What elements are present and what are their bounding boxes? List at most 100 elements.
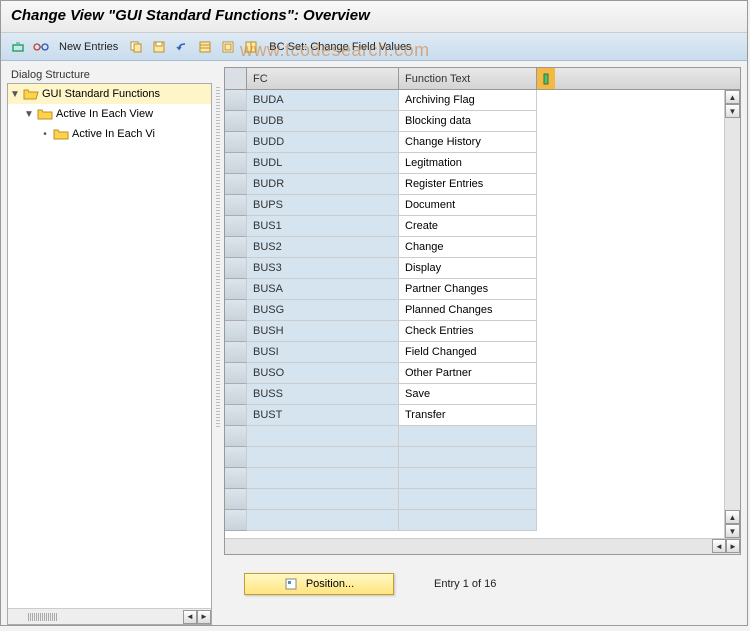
table-row[interactable] <box>225 426 740 447</box>
table-row[interactable]: BUDDChange History <box>225 132 740 153</box>
cell-fc[interactable] <box>247 489 399 510</box>
scroll-up-icon[interactable]: ▲ <box>725 510 740 524</box>
cell-fc[interactable]: BUSG <box>247 300 399 321</box>
tree-hscroll[interactable]: ◄ ► <box>8 608 211 624</box>
drag-handle-icon[interactable] <box>28 613 58 621</box>
row-selector[interactable] <box>225 132 247 153</box>
cell-ft[interactable]: Other Partner <box>399 363 537 384</box>
cell-ft[interactable] <box>399 468 537 489</box>
table-row[interactable]: BUDRRegister Entries <box>225 174 740 195</box>
row-selector[interactable] <box>225 468 247 489</box>
expand-icon[interactable] <box>9 38 27 56</box>
table-row[interactable] <box>225 447 740 468</box>
scroll-down-icon[interactable]: ▼ <box>725 104 740 118</box>
table-row[interactable]: BUDLLegitmation <box>225 153 740 174</box>
scroll-right-icon[interactable]: ► <box>197 610 211 624</box>
copy-icon[interactable] <box>127 38 145 56</box>
table-row[interactable]: BUSOOther Partner <box>225 363 740 384</box>
row-selector[interactable] <box>225 405 247 426</box>
cell-ft[interactable]: Archiving Flag <box>399 90 537 111</box>
cell-ft[interactable]: Change <box>399 237 537 258</box>
row-selector[interactable] <box>225 111 247 132</box>
row-selector[interactable] <box>225 510 247 531</box>
cell-ft[interactable]: Save <box>399 384 537 405</box>
row-selector[interactable] <box>225 489 247 510</box>
save-icon[interactable] <box>150 38 168 56</box>
tree-expand-icon[interactable]: ▼ <box>10 89 20 100</box>
cell-ft[interactable]: Check Entries <box>399 321 537 342</box>
col-header-ft[interactable]: Function Text <box>399 68 537 89</box>
cell-fc[interactable]: BUS1 <box>247 216 399 237</box>
cell-fc[interactable]: BUSH <box>247 321 399 342</box>
table-row[interactable]: BUS2Change <box>225 237 740 258</box>
cell-ft[interactable]: Transfer <box>399 405 537 426</box>
row-selector[interactable] <box>225 237 247 258</box>
cell-fc[interactable]: BUDA <box>247 90 399 111</box>
cell-ft[interactable]: Change History <box>399 132 537 153</box>
cell-ft[interactable] <box>399 510 537 531</box>
cell-fc[interactable]: BUSS <box>247 384 399 405</box>
cell-fc[interactable]: BUDB <box>247 111 399 132</box>
cell-fc[interactable]: BUS3 <box>247 258 399 279</box>
cell-fc[interactable]: BUS2 <box>247 237 399 258</box>
horizontal-scrollbar[interactable]: ◄ ► <box>225 538 740 554</box>
row-selector[interactable] <box>225 279 247 300</box>
table-row[interactable]: BUDBBlocking data <box>225 111 740 132</box>
row-selector[interactable] <box>225 447 247 468</box>
cell-ft[interactable] <box>399 447 537 468</box>
col-header-fc[interactable]: FC <box>247 68 399 89</box>
new-entries-button[interactable]: New Entries <box>55 39 122 55</box>
table-row[interactable]: BUS1Create <box>225 216 740 237</box>
scroll-left-icon[interactable]: ◄ <box>712 539 726 553</box>
table-row[interactable]: BUPSDocument <box>225 195 740 216</box>
deselect-icon[interactable] <box>219 38 237 56</box>
tree-item-active-view[interactable]: ▼ Active In Each View <box>8 104 211 124</box>
cell-fc[interactable] <box>247 468 399 489</box>
scroll-up-icon[interactable]: ▲ <box>725 90 740 104</box>
cell-fc[interactable]: BUDL <box>247 153 399 174</box>
tree-item-active-view-sub[interactable]: • Active In Each Vi <box>8 124 211 144</box>
table-row[interactable]: BUSAPartner Changes <box>225 279 740 300</box>
table-row[interactable] <box>225 510 740 531</box>
cell-ft[interactable]: Partner Changes <box>399 279 537 300</box>
cell-ft[interactable]: Legitmation <box>399 153 537 174</box>
table-row[interactable]: BUSHCheck Entries <box>225 321 740 342</box>
cell-fc[interactable]: BUDD <box>247 132 399 153</box>
table-row[interactable]: BUSIField Changed <box>225 342 740 363</box>
cell-fc[interactable] <box>247 426 399 447</box>
table-row[interactable]: BUSSSave <box>225 384 740 405</box>
table-row[interactable] <box>225 489 740 510</box>
undo-icon[interactable] <box>173 38 191 56</box>
cell-ft[interactable]: Planned Changes <box>399 300 537 321</box>
tree-expand-icon[interactable]: ▼ <box>24 109 34 120</box>
cell-ft[interactable] <box>399 489 537 510</box>
table-row[interactable]: BUDAArchiving Flag <box>225 90 740 111</box>
row-selector[interactable] <box>225 300 247 321</box>
bcset-link[interactable]: BC Set: Change Field Values <box>265 39 415 55</box>
splitter-handle[interactable] <box>216 87 220 427</box>
delimit-icon[interactable] <box>242 38 260 56</box>
table-row[interactable]: BUSTTransfer <box>225 405 740 426</box>
configure-columns-icon[interactable] <box>537 68 555 89</box>
cell-ft[interactable]: Blocking data <box>399 111 537 132</box>
cell-ft[interactable]: Register Entries <box>399 174 537 195</box>
row-selector[interactable] <box>225 174 247 195</box>
cell-fc[interactable]: BUPS <box>247 195 399 216</box>
row-selector[interactable] <box>225 426 247 447</box>
row-selector[interactable] <box>225 90 247 111</box>
row-selector[interactable] <box>225 342 247 363</box>
cell-ft[interactable]: Document <box>399 195 537 216</box>
cell-ft[interactable]: Field Changed <box>399 342 537 363</box>
row-selector[interactable] <box>225 321 247 342</box>
row-selector[interactable] <box>225 216 247 237</box>
row-selector-header[interactable] <box>225 68 247 89</box>
row-selector[interactable] <box>225 363 247 384</box>
cell-ft[interactable]: Display <box>399 258 537 279</box>
select-all-icon[interactable] <box>196 38 214 56</box>
cell-fc[interactable] <box>247 447 399 468</box>
cell-fc[interactable]: BUDR <box>247 174 399 195</box>
scroll-left-icon[interactable]: ◄ <box>183 610 197 624</box>
row-selector[interactable] <box>225 153 247 174</box>
cell-fc[interactable]: BUSO <box>247 363 399 384</box>
scroll-down-icon[interactable]: ▼ <box>725 524 740 538</box>
